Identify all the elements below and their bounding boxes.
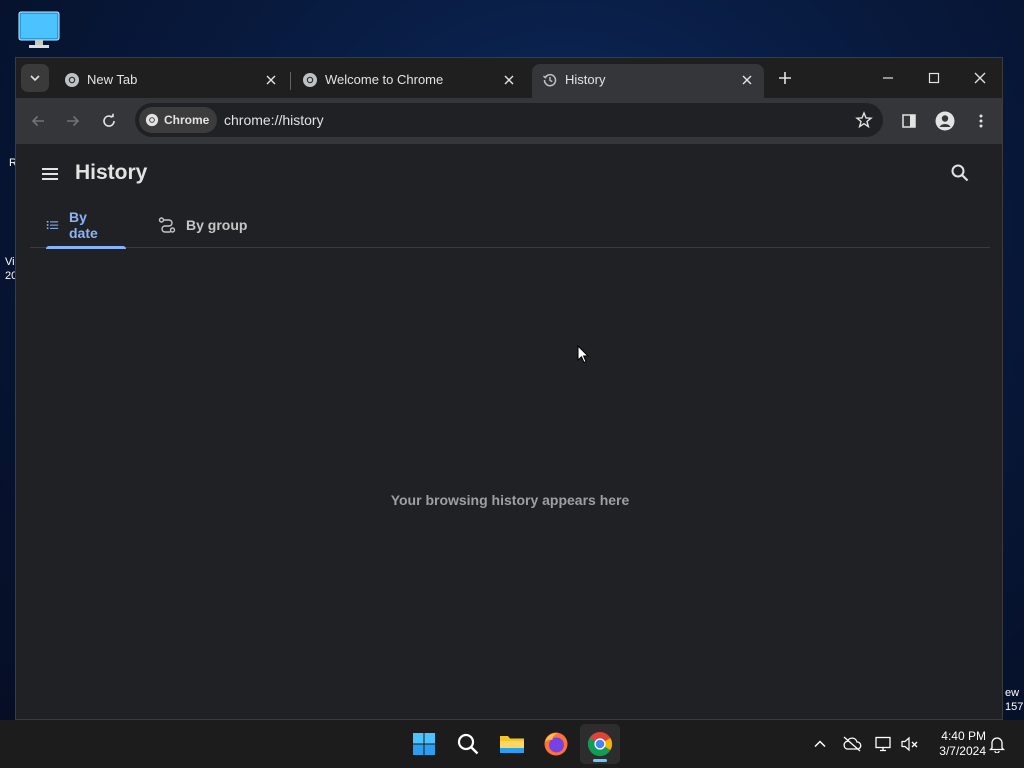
minimize-button[interactable]	[876, 66, 900, 90]
selected-tab-indicator	[46, 246, 126, 249]
close-icon[interactable]	[264, 73, 278, 87]
tab-history[interactable]: History	[532, 64, 764, 98]
tab-by-group[interactable]: By group	[142, 202, 263, 248]
tab-separator	[290, 72, 291, 90]
forward-button[interactable]	[61, 109, 85, 133]
search-icon[interactable]	[950, 163, 970, 183]
chrome-taskbar-button[interactable]	[580, 724, 620, 764]
arrow-right-icon	[67, 115, 80, 127]
windows-start-icon	[413, 733, 435, 755]
cloud-offline-icon	[843, 736, 862, 752]
history-view-tabs: By date By group	[30, 202, 990, 249]
tab-strip: New Tab Welcome to Chrome History	[16, 58, 1002, 98]
desktop-edge-text: 157	[1005, 701, 1024, 713]
chevron-down-icon	[30, 75, 40, 82]
list-icon	[46, 220, 59, 230]
network-tray-button[interactable]	[874, 734, 894, 754]
taskbar-search-button[interactable]	[448, 724, 488, 764]
tab-welcome-to-chrome[interactable]: Welcome to Chrome	[292, 64, 526, 98]
clock-time: 4:40 PM	[941, 729, 986, 743]
chevron-up-icon	[814, 740, 826, 748]
tab-label: By group	[186, 217, 248, 233]
onedrive-tray-button[interactable]	[842, 734, 862, 754]
close-icon[interactable]	[740, 73, 754, 87]
site-info-chip[interactable]: Chrome	[139, 107, 218, 133]
chrome-icon	[65, 73, 79, 87]
firefox-icon	[544, 732, 568, 756]
search-icon	[457, 733, 479, 755]
desktop-edge-text: Vi	[5, 256, 15, 268]
tab-search-button[interactable]	[21, 64, 49, 92]
url-text[interactable]: chrome://history	[224, 112, 324, 128]
site-chip-label: Chrome	[164, 113, 210, 127]
active-app-indicator	[593, 759, 607, 762]
chrome-icon	[303, 73, 317, 87]
more-vertical-icon	[979, 114, 983, 128]
group-icon	[158, 217, 176, 233]
taskbar: 4:40 PM 3/7/2024	[0, 720, 1024, 768]
side-panel-button[interactable]	[897, 109, 921, 133]
chrome-menu-button[interactable]	[969, 109, 993, 133]
close-icon	[974, 72, 986, 84]
empty-history-message: Your browsing history appears here	[390, 492, 630, 508]
tab-new-tab[interactable]: New Tab	[54, 64, 288, 98]
tab-title: Welcome to Chrome	[325, 72, 444, 87]
history-page: History By date By group Your browsing h…	[16, 144, 1002, 719]
reload-icon	[103, 113, 115, 127]
back-button[interactable]	[26, 109, 50, 133]
bookmark-star-icon[interactable]	[855, 111, 873, 129]
chrome-icon	[145, 113, 159, 127]
tab-title: History	[565, 72, 606, 87]
clock-date: 3/7/2024	[939, 744, 986, 758]
tab-label: By date	[68, 209, 98, 241]
new-tab-plus-icon[interactable]	[776, 69, 794, 87]
mouse-cursor-icon	[577, 345, 589, 364]
file-explorer-icon	[500, 736, 524, 753]
omnibox[interactable]: Chrome chrome://history	[135, 103, 883, 137]
tab-title: New Tab	[87, 72, 138, 87]
hamburger-menu-icon[interactable]	[40, 164, 60, 184]
notifications-button[interactable]	[987, 734, 1007, 754]
volume-tray-button[interactable]	[900, 734, 920, 754]
desktop-edge-text: ew	[1005, 687, 1020, 699]
close-window-button[interactable]	[968, 66, 992, 90]
chrome-window: New Tab Welcome to Chrome History Chrome…	[15, 57, 1003, 720]
desktop-computer-icon[interactable]	[17, 10, 61, 50]
maximize-icon	[928, 72, 940, 84]
profile-button[interactable]	[933, 109, 957, 133]
windows-start-button[interactable]	[404, 724, 444, 764]
firefox-button[interactable]	[536, 724, 576, 764]
minimize-icon	[883, 77, 893, 79]
network-icon	[875, 736, 891, 752]
maximize-button[interactable]	[922, 66, 946, 90]
bell-icon	[989, 737, 1005, 753]
history-icon	[543, 73, 557, 87]
taskbar-clock[interactable]: 4:40 PM 3/7/2024	[926, 729, 986, 759]
chrome-icon	[587, 732, 613, 757]
file-explorer-button[interactable]	[492, 724, 532, 764]
tab-by-date[interactable]: By date	[30, 202, 126, 249]
speaker-muted-icon	[901, 736, 918, 752]
side-panel-icon	[902, 114, 916, 128]
show-hidden-icons-button[interactable]	[810, 734, 830, 754]
page-title: History	[75, 161, 148, 184]
browser-toolbar: Chrome chrome://history	[16, 98, 1002, 144]
reload-button[interactable]	[97, 109, 121, 133]
arrow-left-icon	[31, 115, 44, 127]
profile-avatar-icon	[935, 111, 955, 131]
close-icon[interactable]	[502, 73, 516, 87]
